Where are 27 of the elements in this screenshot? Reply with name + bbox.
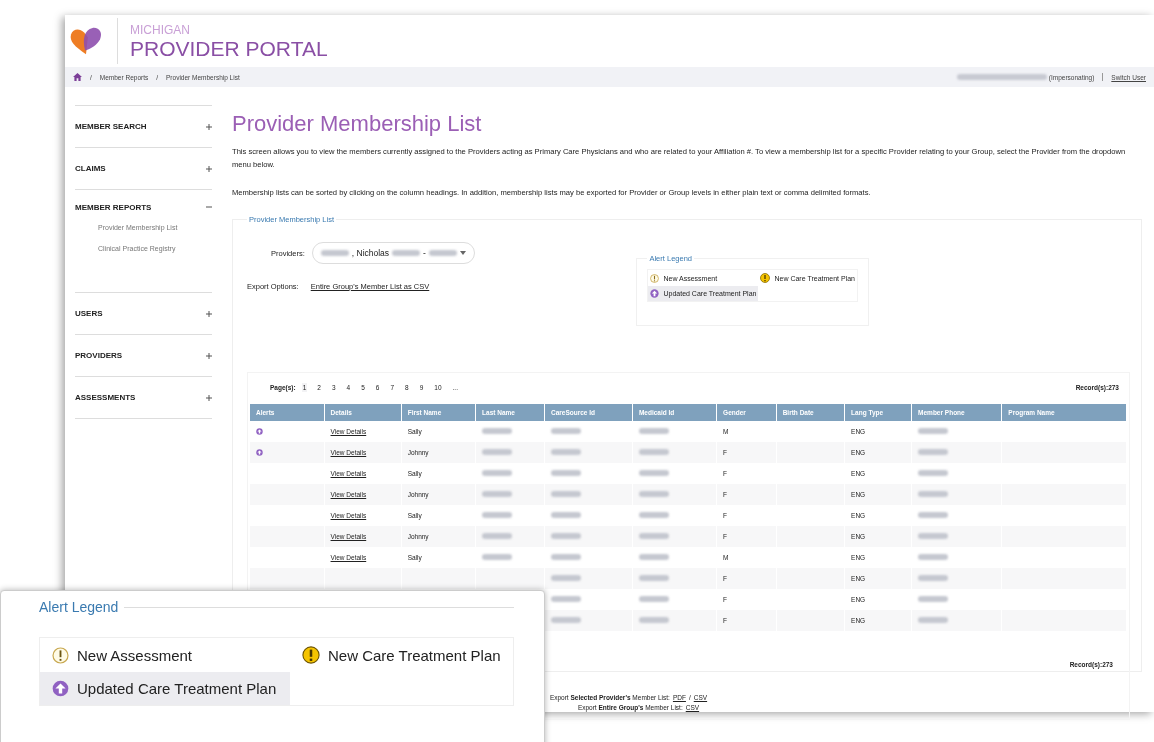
sidebar-section[interactable]: MEMBER REPORTS [75, 190, 212, 224]
heart-logo-icon [69, 26, 103, 56]
expand-icon[interactable] [206, 123, 212, 130]
up-arrow-icon [650, 289, 660, 298]
alert-legend-title: Alert Legend [39, 599, 119, 615]
legend-item: New Assessment [40, 638, 290, 672]
legend-item: New Care Treatment Plan [290, 638, 515, 672]
exclamation-icon [52, 646, 69, 664]
expand-icon[interactable] [206, 394, 212, 401]
expand-icon[interactable] [206, 352, 212, 359]
up-arrow-icon [52, 680, 69, 697]
sidebar-section[interactable]: USERS [75, 293, 212, 334]
portal-region: MICHIGAN [130, 23, 191, 36]
expand-icon[interactable] [206, 310, 212, 317]
sidebar-section[interactable]: CLAIMS [75, 148, 212, 189]
page-title: Provider Membership List [232, 111, 483, 137]
exclamation-icon [650, 273, 660, 283]
legend-item: Updated Care Treatment Plan [40, 672, 290, 705]
expand-icon[interactable] [206, 165, 212, 172]
portal-title: PROVIDER PORTAL [130, 37, 328, 59]
exclamation-icon [302, 646, 320, 664]
sidebar-section[interactable]: MEMBER SEARCH [75, 106, 212, 147]
sidebar-section[interactable]: ASSESSMENTS [75, 377, 212, 418]
caret-icon [459, 251, 466, 255]
exclamation-icon [760, 273, 771, 283]
sidebar-section[interactable]: PROVIDERS [75, 335, 212, 376]
home-icon[interactable] [73, 73, 82, 81]
